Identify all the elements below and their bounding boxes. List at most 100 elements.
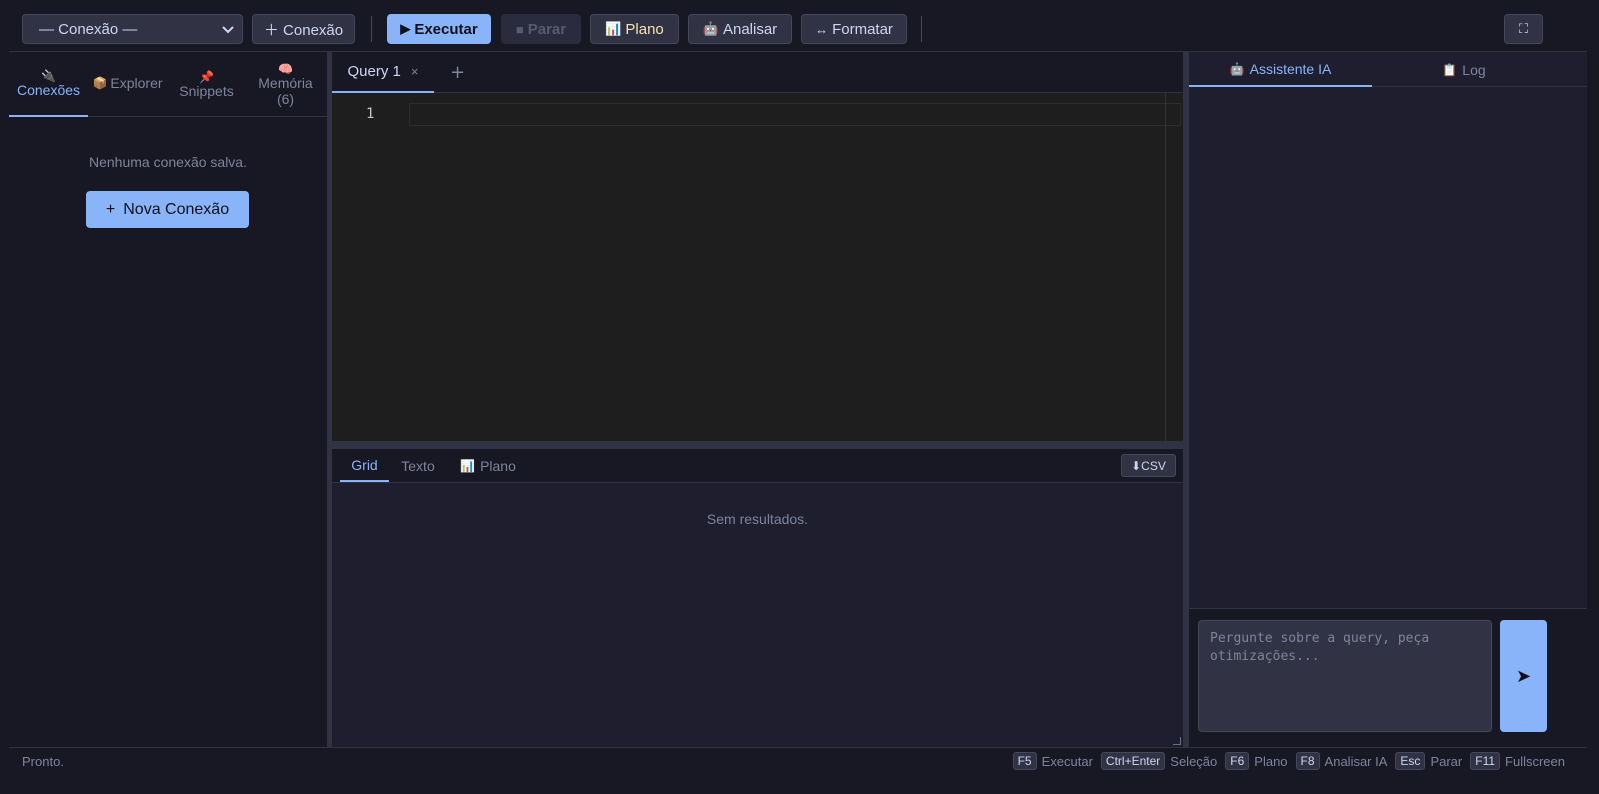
- robot-icon: 🤖: [702, 21, 719, 36]
- shortcut-hint: Ctrl+Enter Seleção: [1100, 752, 1218, 770]
- assistant-input[interactable]: [1198, 620, 1492, 732]
- current-line-highlight: [409, 103, 1181, 126]
- shortcut-key: Ctrl+Enter: [1100, 752, 1166, 770]
- plan-button[interactable]: 📊 Plano: [590, 14, 679, 44]
- send-button[interactable]: ➤: [1500, 620, 1547, 732]
- shortcut-hint: F5 Executar: [1012, 752, 1093, 770]
- toolbar-divider: [921, 16, 922, 42]
- format-label: Formatar: [832, 20, 893, 38]
- close-icon[interactable]: ×: [411, 64, 419, 79]
- shortcut-label: Parar: [1430, 753, 1463, 769]
- shortcut-label: Seleção: [1170, 753, 1218, 769]
- editor-area: Query 1 × + 1 Grid Texto 📊 Plano ⬇CSV Se…: [332, 52, 1183, 747]
- editor-results-resize-handle[interactable]: [332, 441, 1183, 449]
- shortcut-key: Esc: [1395, 752, 1426, 770]
- fullscreen-button[interactable]: ⛶: [1504, 14, 1543, 44]
- memory-count: (6): [276, 90, 295, 107]
- fullscreen-icon: ⛶: [1518, 21, 1529, 36]
- assistant-tabs: 🤖 Assistente IA 📋 Log: [1189, 52, 1587, 87]
- tab-label: Texto: [401, 457, 435, 474]
- clipboard-icon: 📋: [1442, 62, 1458, 77]
- tab-log[interactable]: 📋 Log: [1372, 52, 1556, 87]
- tab-label: Assistente IA: [1249, 60, 1332, 77]
- sql-editor[interactable]: 1: [332, 93, 1183, 441]
- results-panel: Grid Texto 📊 Plano ⬇CSV Sem resultados.: [332, 449, 1183, 747]
- chart-icon: 📊: [605, 21, 622, 36]
- shortcut-key: F11: [1470, 752, 1501, 770]
- shortcut-label: Analisar IA: [1324, 753, 1388, 769]
- toolbar-divider: [371, 16, 372, 42]
- new-connection-label: Nova Conexão: [123, 200, 230, 218]
- tab-label: Log: [1462, 61, 1486, 78]
- query-tab-label: Query 1: [347, 63, 401, 80]
- results-tabs: Grid Texto 📊 Plano ⬇CSV: [332, 449, 1183, 483]
- stop-label: Parar: [527, 20, 567, 38]
- no-results-message: Sem resultados.: [706, 511, 809, 527]
- tab-label: Explorer: [110, 74, 163, 91]
- analyze-label: Analisar: [722, 20, 778, 38]
- add-connection-label: ＋ Conexão: [263, 21, 344, 39]
- new-connection-button[interactable]: + Nova Conexão: [86, 191, 249, 228]
- plan-label: Plano: [625, 20, 664, 38]
- pin-icon: 📌: [199, 69, 214, 84]
- shortcut-hint: F6 Plano: [1225, 752, 1288, 770]
- plus-icon: +: [105, 200, 116, 218]
- stop-icon: ■: [515, 21, 524, 37]
- play-icon: ▶: [400, 21, 411, 36]
- query-tabs: Query 1 × +: [332, 52, 1183, 93]
- shortcut-hints: F5 Executar Ctrl+Enter Seleção F6 Plano F8 A…: [1012, 752, 1565, 770]
- shortcut-label: Fullscreen: [1505, 753, 1565, 769]
- app-window: — Conexão — ＋ Conexão ▶ Executar ■ Parar…: [9, 7, 1587, 781]
- connection-select-value: — Conexão —: [39, 20, 138, 38]
- assistant-panel: 🤖 Assistente IA 📋 Log ➤: [1189, 52, 1587, 747]
- sidebar-tabs: 🔌 Conexões 📦 Explorer 📌 Snippets 🧠 Memór…: [9, 52, 327, 117]
- chart-icon: 📊: [460, 458, 476, 473]
- tab-grid[interactable]: Grid: [340, 449, 389, 482]
- shortcut-hint: Esc Parar: [1395, 752, 1462, 770]
- connection-select[interactable]: — Conexão —: [22, 14, 243, 44]
- stop-button[interactable]: ■ Parar: [501, 14, 581, 44]
- add-tab-button[interactable]: +: [450, 62, 465, 83]
- status-text: Pronto.: [22, 754, 64, 769]
- chevron-down-icon: [222, 21, 234, 38]
- send-icon: ➤: [1515, 665, 1532, 687]
- tab-label: Snippets: [179, 82, 234, 99]
- shortcut-key: F5: [1012, 752, 1037, 770]
- robot-icon: 🤖: [1229, 61, 1245, 76]
- tab-label: Plano: [480, 457, 516, 474]
- tab-query-1[interactable]: Query 1 ×: [332, 52, 434, 93]
- tab-connections[interactable]: 🔌 Conexões: [9, 52, 88, 117]
- execute-button[interactable]: ▶ Executar: [387, 14, 491, 44]
- add-connection-button[interactable]: ＋ Conexão: [252, 14, 355, 44]
- toolbar: — Conexão — ＋ Conexão ▶ Executar ■ Parar…: [9, 7, 1587, 52]
- tab-text[interactable]: Texto: [394, 449, 442, 482]
- assistant-input-bar: ➤: [1189, 608, 1587, 747]
- tab-label: Conexões: [16, 81, 81, 98]
- shortcut-label: Executar: [1041, 753, 1093, 769]
- empty-connections-message: Nenhuma conexão salva.: [89, 154, 247, 170]
- line-number: 1: [366, 106, 375, 122]
- shortcut-key: F6: [1225, 752, 1250, 770]
- shortcut-key: F8: [1295, 752, 1320, 770]
- tab-explorer[interactable]: 📦 Explorer: [88, 52, 167, 117]
- execute-label: Executar: [414, 20, 478, 38]
- resize-grip-icon[interactable]: [1173, 737, 1181, 745]
- tab-snippets[interactable]: 📌 Snippets: [167, 52, 246, 117]
- tab-memory[interactable]: 🧠 Memória (6): [246, 52, 325, 117]
- tab-assistant[interactable]: 🤖 Assistente IA: [1189, 52, 1372, 87]
- package-icon: 📦: [92, 75, 108, 90]
- tab-label: Grid: [351, 456, 378, 473]
- export-csv-button[interactable]: ⬇CSV: [1121, 454, 1176, 477]
- format-button[interactable]: ↔ Formatar: [801, 14, 907, 44]
- brain-icon: 🧠: [278, 61, 293, 76]
- shortcut-hint: F8 Analisar IA: [1295, 752, 1388, 770]
- left-sidebar: 🔌 Conexões 📦 Explorer 📌 Snippets 🧠 Memór…: [9, 52, 327, 747]
- shortcut-hint: F11 Fullscreen: [1470, 752, 1565, 770]
- shortcut-label: Plano: [1254, 753, 1288, 769]
- status-bar: Pronto. F5 Executar Ctrl+Enter Seleção F6 P…: [9, 747, 1587, 781]
- analyze-button[interactable]: 🤖 Analisar: [688, 14, 792, 44]
- tab-plan[interactable]: 📊 Plano: [452, 449, 524, 482]
- arrows-horizontal-icon: ↔: [815, 21, 829, 37]
- tab-label: Memória: [258, 74, 313, 91]
- editor-scrollbar[interactable]: [1165, 93, 1166, 441]
